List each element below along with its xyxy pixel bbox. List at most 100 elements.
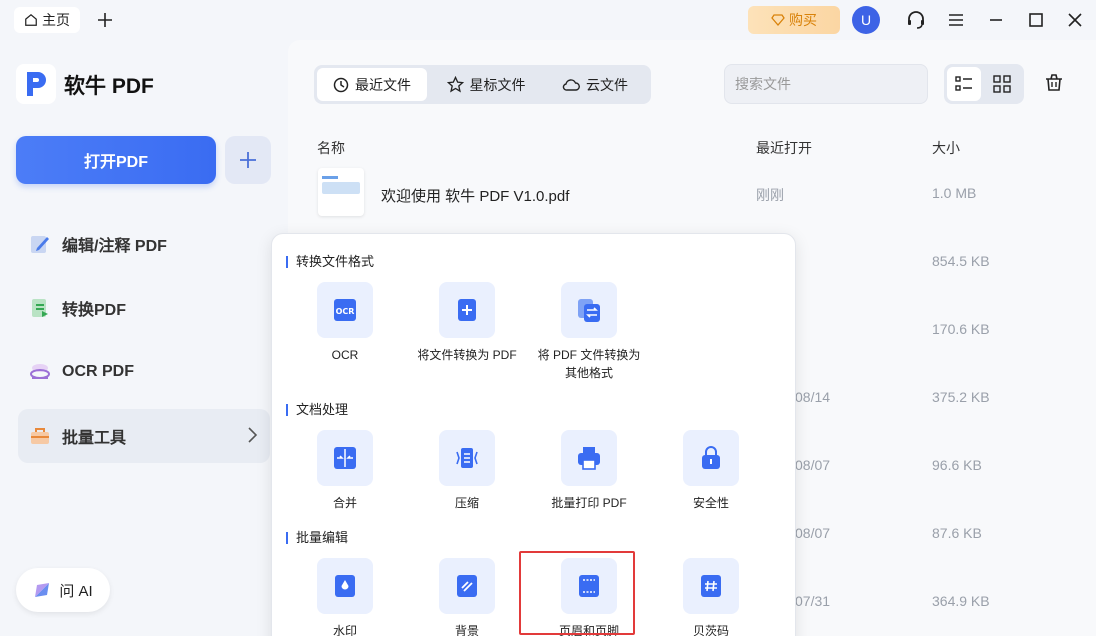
column-header-name[interactable]: 名称 (317, 138, 345, 158)
home-icon (25, 13, 37, 26)
support-button[interactable] (904, 8, 928, 32)
sidebar-item-ocr[interactable]: OCR PDF (18, 345, 270, 399)
list-view-button[interactable] (947, 67, 981, 101)
open-pdf-button[interactable]: 打开PDF (16, 136, 216, 184)
sidebar-item-label: OCR PDF (62, 363, 134, 380)
search-input[interactable]: 搜索文件 (724, 64, 928, 104)
sidebar-item-convert[interactable]: 转换PDF (18, 281, 270, 335)
tab-label: 星标文件 (469, 76, 526, 93)
lock-icon (702, 446, 720, 469)
sidebar-item-label: 编辑/注释 PDF (62, 238, 167, 255)
convert-icon (32, 299, 48, 317)
file-name[interactable]: 欢迎使用 软牛 PDF V1.0.pdf (381, 185, 569, 206)
sidebar-item-label: 转换PDF (62, 302, 127, 319)
file-opened: 08/07 (795, 457, 831, 473)
logo-icon (27, 72, 46, 96)
maximize-icon (1029, 13, 1043, 27)
tool-label: 将 PDF 文件转换为 其他格式 (537, 348, 641, 380)
minimize-icon (990, 19, 1002, 21)
app-name: 软牛 PDF (64, 75, 154, 98)
home-tab[interactable]: 主页 (14, 7, 80, 33)
file-size: 854.5 KB (932, 253, 990, 269)
tool-icon-box (439, 430, 495, 486)
tab-recent[interactable]: 最近文件 (317, 68, 427, 101)
file-size: 87.6 KB (932, 525, 982, 541)
tool-file-to-pdf[interactable]: 将文件转换为 PDF (407, 282, 527, 364)
add-button[interactable] (225, 136, 271, 184)
print-icon (578, 447, 600, 470)
tool-label: 批量打印 PDF (551, 496, 627, 510)
close-button[interactable] (1063, 8, 1087, 32)
tab-starred[interactable]: 星标文件 (431, 68, 541, 101)
menu-button[interactable] (944, 8, 968, 32)
watermark-icon (335, 575, 355, 597)
tool-icon-box (561, 282, 617, 338)
plus-icon (240, 152, 256, 168)
edit-icon (31, 236, 49, 253)
minimize-button[interactable] (984, 8, 1008, 32)
file-size: 375.2 KB (932, 389, 990, 405)
tool-label: OCR (331, 348, 359, 362)
app-logo (16, 64, 56, 104)
list-view-icon (955, 76, 972, 91)
file-size: 364.9 KB (932, 593, 990, 609)
trash-icon (1046, 74, 1062, 91)
tool-icon-box (683, 558, 739, 614)
tab-cloud[interactable]: 云文件 (545, 68, 645, 101)
selection-highlight (519, 551, 635, 635)
hamburger-icon (949, 14, 963, 26)
merge-icon (334, 447, 356, 469)
avatar[interactable]: U (852, 6, 880, 34)
plus-icon (98, 13, 112, 27)
tool-bates[interactable]: 贝茨码 (651, 558, 771, 636)
sidebar-item-batch[interactable]: 批量工具 (18, 409, 270, 463)
tool-ocr[interactable]: OCR OCR (285, 282, 405, 364)
tool-label: 背景 (454, 624, 479, 636)
file-opened: 08/07 (795, 525, 831, 541)
grid-view-icon (993, 75, 1011, 93)
file-opened: 08/14 (795, 389, 831, 405)
compress-icon (456, 448, 478, 468)
tool-label: 贝茨码 (692, 624, 729, 636)
ocr-icon (30, 364, 50, 379)
tool-batch-print[interactable]: 批量打印 PDF (529, 430, 649, 512)
bates-icon (701, 575, 721, 597)
home-tab-label: 主页 (42, 12, 70, 28)
tool-compress[interactable]: 压缩 (407, 430, 527, 512)
tool-label: 水印 (332, 624, 357, 636)
tool-label: 安全性 (692, 496, 729, 510)
background-icon (457, 575, 477, 597)
svg-text:OCR: OCR (336, 307, 355, 316)
column-header-size[interactable]: 大小 (932, 138, 960, 158)
tool-label: 合并 (332, 496, 357, 510)
section-title: 文档处理 (286, 403, 348, 416)
trash-button[interactable] (1044, 72, 1064, 97)
maximize-button[interactable] (1024, 8, 1048, 32)
tool-watermark[interactable]: 水印 (285, 558, 405, 636)
file-size: 96.6 KB (932, 457, 982, 473)
sidebar: 软牛 PDF 打开PDF 编辑/注释 PDF 转换PDF OCR PDF 批量工… (0, 40, 288, 636)
star-icon (446, 76, 464, 93)
convert-icon (578, 299, 600, 322)
buy-label: 购买 (789, 12, 817, 28)
tool-icon-box (439, 558, 495, 614)
tool-security[interactable]: 安全性 (651, 430, 771, 512)
ask-ai-button[interactable]: 问 AI (16, 568, 110, 612)
section-title: 批量编辑 (286, 531, 348, 544)
buy-button[interactable]: 购买 (748, 6, 840, 34)
file-thumbnail[interactable] (318, 168, 364, 216)
ocr-icon: OCR (334, 299, 356, 321)
diamond-icon (771, 14, 785, 26)
column-header-opened[interactable]: 最近打开 (756, 138, 812, 158)
grid-view-button[interactable] (985, 67, 1019, 101)
new-tab-button[interactable] (94, 9, 116, 31)
tool-icon-box (561, 430, 617, 486)
view-toggle (944, 64, 1024, 104)
file-size: 170.6 KB (932, 321, 990, 337)
tool-merge[interactable]: 合并 (285, 430, 405, 512)
tab-label: 云文件 (586, 76, 628, 93)
tool-icon-box (317, 558, 373, 614)
sidebar-item-edit[interactable]: 编辑/注释 PDF (18, 217, 270, 271)
tool-background[interactable]: 背景 (407, 558, 527, 636)
tool-pdf-to-other[interactable]: 将 PDF 文件转换为 其他格式 (529, 282, 649, 382)
